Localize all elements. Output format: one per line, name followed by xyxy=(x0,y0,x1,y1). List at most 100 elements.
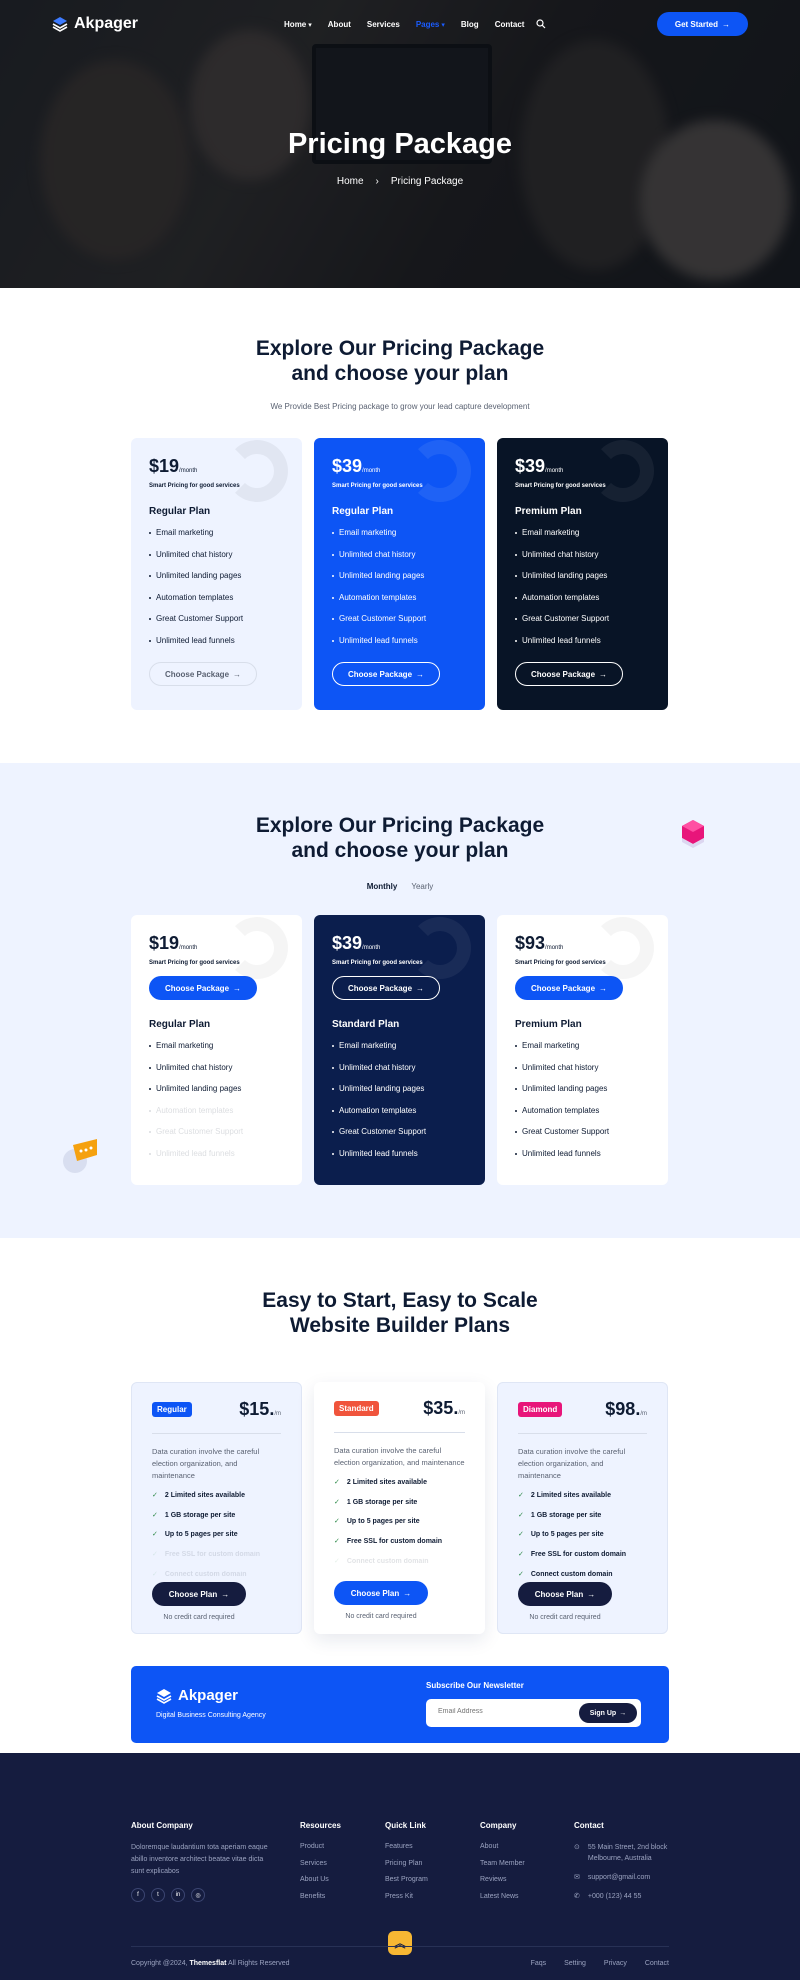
choose-plan-button[interactable]: Choose Plan → xyxy=(334,1581,428,1605)
feature-item: Email marketing xyxy=(515,1040,650,1062)
plan-card: Regular $15./m Data curation involve the c… xyxy=(131,1382,302,1634)
footer-bottom-link[interactable]: Setting xyxy=(564,1960,586,1967)
contact-phone-text: +000 (123) 44 55 xyxy=(587,1893,642,1900)
footer-link[interactable]: Pricing Plan xyxy=(385,1859,428,1876)
sign-up-label: Sign Up xyxy=(589,1709,617,1717)
choose-plan-button[interactable]: Choose Plan → xyxy=(152,1582,246,1606)
nav-item-about[interactable]: About xyxy=(328,20,351,29)
chevron-down-icon: ▾ xyxy=(308,21,312,29)
choose-package-label: Choose Package xyxy=(164,983,230,993)
footer-link[interactable]: Reviews xyxy=(480,1875,525,1892)
decorative-ring xyxy=(409,917,471,979)
sign-up-button[interactable]: Sign Up → xyxy=(579,1703,637,1723)
search-icon[interactable] xyxy=(536,19,546,29)
copyright-brand[interactable]: Themesflat xyxy=(189,1960,226,1967)
feature-item: Unlimited landing pages xyxy=(515,570,650,592)
nav-item-pages[interactable]: Pages ▾ xyxy=(416,20,445,29)
footer-link[interactable]: Benefits xyxy=(300,1892,341,1909)
price-amount: $98. xyxy=(605,1399,641,1419)
footer-link[interactable]: About xyxy=(480,1842,525,1859)
nav-item-blog[interactable]: Blog xyxy=(461,20,479,29)
footer-bottom-link[interactable]: Contact xyxy=(645,1960,669,1967)
feature-list: Email marketing Unlimited chat history Unl… xyxy=(515,1040,650,1169)
footer-company-title: Company xyxy=(480,1821,517,1830)
nav-item-contact[interactable]: Contact xyxy=(495,20,525,29)
newsletter-banner: Akpager Digital Business Consulting Agen… xyxy=(131,1666,669,1743)
footer-link[interactable]: Features xyxy=(385,1842,428,1859)
footer-link[interactable]: Best Program xyxy=(385,1875,428,1892)
pricing-card: $19/month Smart Pricing for good services… xyxy=(131,438,302,710)
footer-contact: Contact ⊙ 55 Main Street, 2nd block Melb… xyxy=(574,1821,669,1910)
pricing-card: $39/month Smart Pricing for good services… xyxy=(497,438,668,710)
check-icon: ✓ xyxy=(152,1531,158,1539)
price-period: /month xyxy=(179,945,198,951)
facebook-icon[interactable]: f xyxy=(131,1888,145,1902)
plan-name: Standard Plan xyxy=(332,1019,400,1030)
mail-icon: ✉ xyxy=(574,1874,580,1881)
contact-phone[interactable]: ✆ +000 (123) 44 55 xyxy=(574,1891,669,1902)
feature-item: Unlimited chat history xyxy=(149,549,284,571)
choose-plan-label: Choose Plan xyxy=(534,1589,584,1599)
feature-label: Up to 5 pages per site xyxy=(530,1531,604,1539)
newsletter-form: Sign Up → xyxy=(426,1699,641,1727)
choose-package-button[interactable]: Choose Package → xyxy=(515,662,623,686)
price-amount: $35. xyxy=(423,1398,459,1418)
footer-link[interactable]: Team Member xyxy=(480,1859,525,1876)
toggle-monthly[interactable]: Monthly xyxy=(367,882,398,891)
check-icon: ✓ xyxy=(518,1531,524,1539)
plan-description: Data curation involve the careful electi… xyxy=(518,1447,626,1480)
plan-card-header: Standard $35./m xyxy=(334,1398,465,1419)
nav-item-services[interactable]: Services xyxy=(367,20,400,29)
newsletter-logo[interactable]: Akpager xyxy=(156,1687,238,1704)
nav-menu: Home ▾ About Services Pages ▾ Blog Contact xyxy=(284,19,546,29)
toggle-yearly[interactable]: Yearly xyxy=(411,882,433,891)
contact-address: ⊙ 55 Main Street, 2nd block Melbourne, A… xyxy=(574,1842,669,1864)
footer-link[interactable]: Press Kit xyxy=(385,1892,428,1909)
divider xyxy=(334,1432,465,1433)
feature-label: 1 GB storage per site xyxy=(164,1511,236,1519)
choose-package-button[interactable]: Choose Package → xyxy=(149,976,257,1000)
feature-label: Up to 5 pages per site xyxy=(346,1518,420,1526)
scroll-to-top-button[interactable]: ︽ xyxy=(388,1931,412,1955)
hero-section: Akpager Home ▾ About Services Pages ▾ Blog… xyxy=(0,0,800,288)
footer-quick-links: Quick Link Features Pricing Plan Best Prog… xyxy=(385,1821,428,1908)
contact-address-text: 55 Main Street, 2nd block Melbourne, Aus… xyxy=(587,1844,668,1862)
twitter-icon[interactable]: t xyxy=(151,1888,165,1902)
footer-link[interactable]: Services xyxy=(300,1859,341,1876)
feature-item: Automation templates xyxy=(149,592,284,614)
footer-bottom-link[interactable]: Faqs xyxy=(531,1960,547,1967)
email-input[interactable] xyxy=(438,1708,558,1715)
section-title: Explore Our Pricing Package and choose y… xyxy=(0,288,800,386)
feature-item: Unlimited landing pages xyxy=(332,1083,467,1105)
section-title-line2: and choose your plan xyxy=(291,362,509,385)
get-started-button[interactable]: Get Started → xyxy=(656,12,748,36)
feature-item: Unlimited chat history xyxy=(515,549,650,571)
footer-link[interactable]: Product xyxy=(300,1842,341,1859)
footer-contact-title: Contact xyxy=(574,1821,604,1830)
choose-package-button[interactable]: Choose Package → xyxy=(332,976,440,1000)
footer-bottom-link[interactable]: Privacy xyxy=(604,1960,627,1967)
check-icon: ✓ xyxy=(518,1511,524,1519)
footer-link[interactable]: Latest News xyxy=(480,1892,525,1909)
instagram-icon[interactable]: ◎ xyxy=(191,1888,205,1902)
decorative-ring xyxy=(592,440,654,502)
nav-item-home[interactable]: Home ▾ xyxy=(284,20,312,29)
linkedin-icon[interactable]: in xyxy=(171,1888,185,1902)
choose-package-button[interactable]: Choose Package → xyxy=(149,662,257,686)
feature-item: Automation templates xyxy=(149,1105,284,1127)
check-icon: ✓ xyxy=(152,1551,158,1559)
choose-package-button[interactable]: Choose Package → xyxy=(515,976,623,1000)
section-title-line1: Explore Our Pricing Package xyxy=(255,814,545,837)
contact-email[interactable]: ✉ support@gmail.com xyxy=(574,1872,669,1883)
footer-link[interactable]: About Us xyxy=(300,1875,341,1892)
copyright: Copyright @2024, Themesflat All Rights R… xyxy=(131,1960,289,1967)
choose-package-button[interactable]: Choose Package → xyxy=(332,662,440,686)
feature-item: Unlimited lead funnels xyxy=(332,1148,467,1170)
feature-list: ✓ 2 Limited sites available ✓ 1 GB storage … xyxy=(152,1491,281,1589)
plan-card: Diamond $98./m Data curation involve the c… xyxy=(497,1382,668,1634)
choose-plan-button[interactable]: Choose Plan → xyxy=(518,1582,612,1606)
check-icon: ✓ xyxy=(334,1479,340,1486)
feature-item: ✓ Up to 5 pages per site xyxy=(334,1517,465,1537)
brand-logo[interactable]: Akpager xyxy=(52,15,138,33)
breadcrumb-home[interactable]: Home xyxy=(337,176,364,187)
